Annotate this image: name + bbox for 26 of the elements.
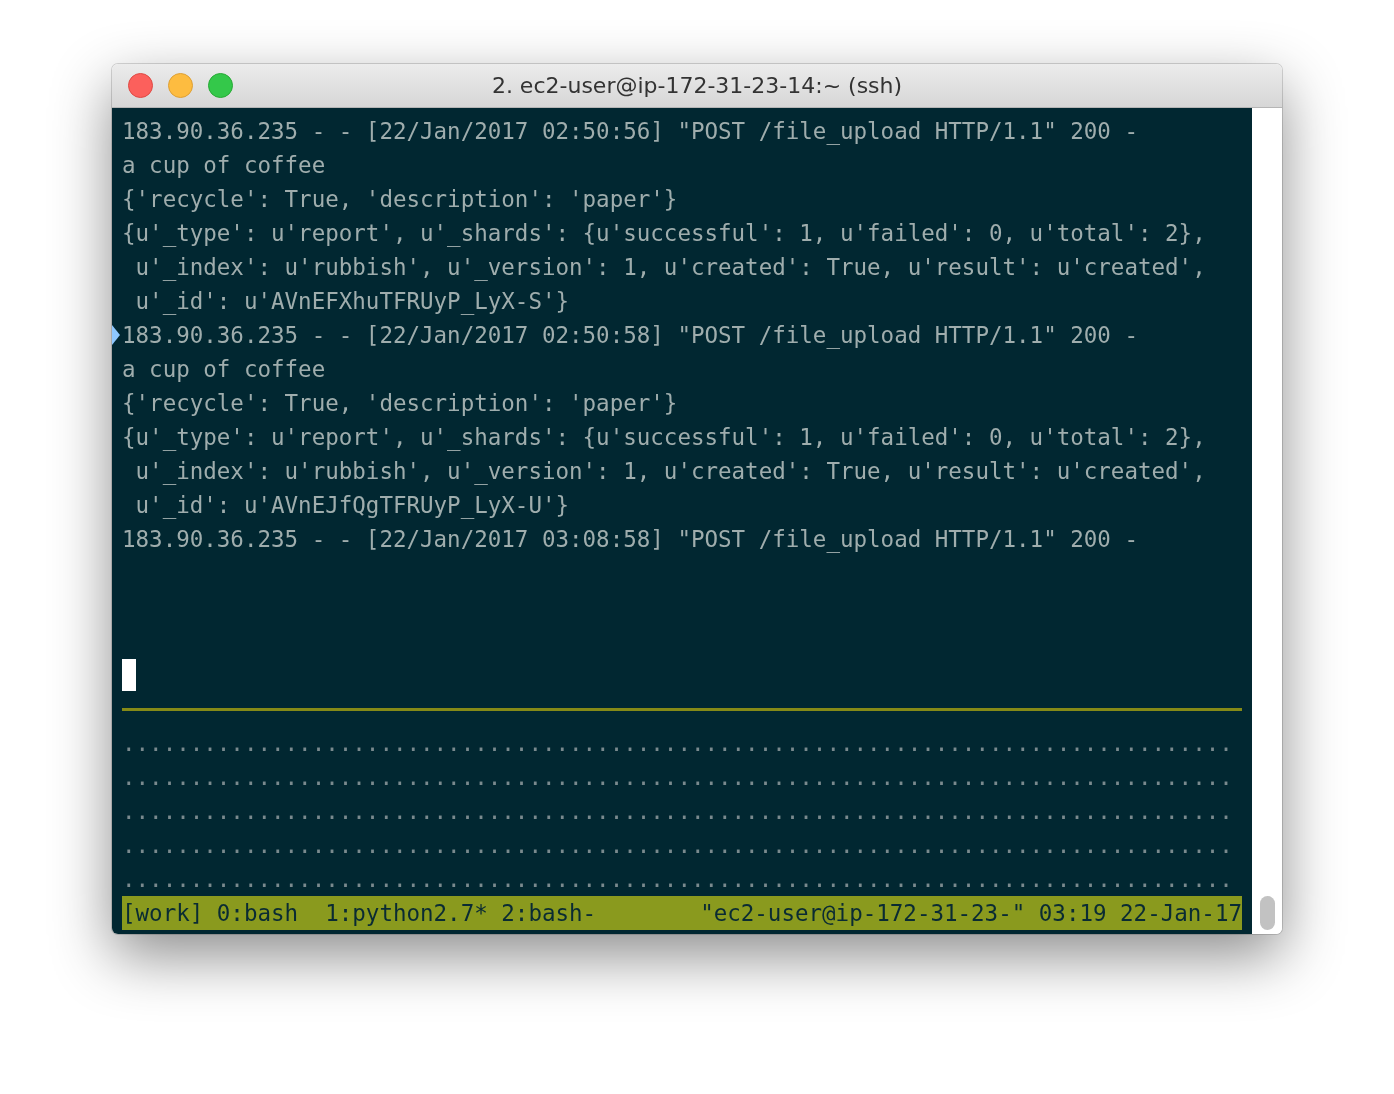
output-line: {u'_type': u'report', u'_shards': {u'successful': 1, u'failed': 0, u'total': 2}, [122,423,1206,453]
text-cursor [122,659,136,691]
dot-fill-line: .................................................................................. [122,865,1233,894]
close-button[interactable] [128,73,153,98]
minimize-button[interactable] [168,73,193,98]
output-line: {'recycle': True, 'description': 'paper'} [122,389,678,418]
output-line: u'_id': u'AVnEJfQgTFRUyP_LyX-U'} [134,491,570,521]
dot-fill-line: .................................................................................. [122,797,1233,826]
output-line: a cup of coffee [122,151,326,180]
output-line: 183.90.36.235 - - [22/Jan/2017 03:08:58] "POST /file_upload HTTP/1.1" 200 - [122,525,1138,555]
dot-fill-line: .................................................................................. [122,831,1233,860]
scrollbar-thumb[interactable] [1259,896,1275,930]
output-line: u'_index': u'rubbish', u'_version': 1, u'created': True, u'result': u'created', [134,457,1206,487]
output-line: 183.90.36.235 - - [22/Jan/2017 02:50:56] "POST /file_upload HTTP/1.1" 200 - [122,117,1138,147]
output-line: u'_id': u'AVnEFXhuTFRUyP_LyX-S'} [134,287,570,317]
window-title: 2. ec2-user@ip-172-31-23-14:~ (ssh) [491,73,903,98]
window-list: [work] 0:bash 1:python2.7* 2:bash- [122,896,597,930]
output-line: {u'_type': u'report', u'_shards': {u'successful': 1, u'failed': 0, u'total': 2}, [122,219,1206,249]
dot-fill-line: .................................................................................. [122,763,1233,792]
dot-fill-line: .................................................................................. [122,729,1233,758]
output-line: 183.90.36.235 - - [22/Jan/2017 02:50:58] "POST /file_upload HTTP/1.1" 200 - [122,321,1138,351]
status-info: "ec2-user@ip-172-31-23-" 03:19 22-Jan-17 [700,899,1242,928]
output-line: a cup of coffee [122,355,326,384]
output-line: {'recycle': True, 'description': 'paper'} [122,185,678,214]
output-line: u'_index': u'rubbish', u'_version': 1, u'created': True, u'result': u'created', [134,253,1206,283]
zoom-button[interactable] [208,73,233,98]
